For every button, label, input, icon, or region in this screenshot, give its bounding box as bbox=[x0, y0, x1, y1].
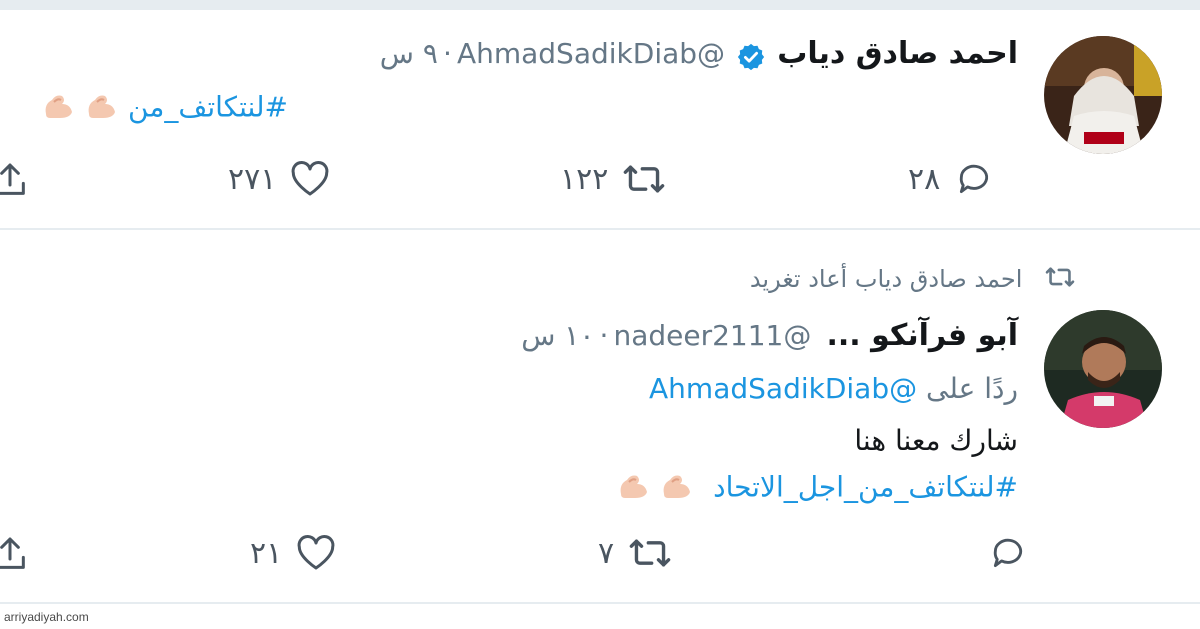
retweet-action[interactable]: ١٢٢ bbox=[560, 160, 666, 198]
hashtag-link[interactable]: #لنتكاتف_من bbox=[128, 91, 288, 124]
share-icon bbox=[0, 534, 30, 574]
top-strip bbox=[0, 0, 1200, 10]
author-handle[interactable]: @nadeer2111 bbox=[613, 319, 811, 352]
timestamp[interactable]: ٩ س bbox=[380, 37, 438, 70]
flexed-biceps-icon bbox=[660, 470, 694, 507]
retweet-count: ٧ bbox=[598, 535, 615, 571]
retweeted-by-label[interactable]: احمد صادق دياب أعاد تغريد bbox=[750, 265, 1023, 293]
avatar[interactable] bbox=[1044, 36, 1162, 154]
hashtag-link[interactable]: #لنتكاتف_من_اجل_الاتحاد bbox=[713, 471, 1018, 504]
reply-count: ٢٨ bbox=[908, 161, 941, 197]
share-action[interactable] bbox=[0, 534, 30, 574]
reply-action[interactable] bbox=[974, 534, 1028, 572]
like-action[interactable]: ٢١ bbox=[250, 534, 336, 572]
like-icon bbox=[296, 534, 336, 572]
retweet-icon bbox=[622, 160, 666, 198]
tweet-1[interactable]: احمد صادق دياب @AhmadSadikDiab · ٩ س #لن… bbox=[0, 10, 1200, 228]
like-count: ٢١ bbox=[250, 535, 283, 571]
share-icon bbox=[0, 160, 30, 200]
verified-icon bbox=[736, 42, 766, 76]
like-icon bbox=[290, 160, 330, 198]
flexed-biceps-icon bbox=[617, 470, 651, 507]
separator: · bbox=[599, 319, 609, 352]
author-handle[interactable]: @AhmadSadikDiab bbox=[457, 37, 725, 70]
author-name[interactable]: آبو فرآنكو ... bbox=[826, 318, 1018, 353]
reply-icon bbox=[988, 534, 1028, 572]
tweet-text: شارك معنا هنا bbox=[854, 424, 1018, 457]
flexed-biceps-icon bbox=[85, 90, 119, 127]
reply-prefix: ردًا على bbox=[926, 372, 1018, 405]
reply-to-link[interactable]: @AhmadSadikDiab bbox=[649, 372, 917, 405]
like-action[interactable]: ٢٧١ bbox=[228, 160, 330, 198]
flexed-biceps-icon bbox=[42, 90, 76, 127]
avatar[interactable] bbox=[1044, 310, 1162, 428]
divider bbox=[0, 602, 1200, 604]
share-action[interactable] bbox=[0, 160, 30, 200]
tweet-header: آبو فرآنكو ... @nadeer2111 · ١٠ س bbox=[521, 318, 1018, 353]
tweet-body-clip: #لنتكاتف_من bbox=[0, 90, 288, 130]
separator: · bbox=[442, 37, 452, 70]
like-count: ٢٧١ bbox=[228, 161, 277, 197]
avatar-photo bbox=[1044, 36, 1162, 154]
retweet-count: ١٢٢ bbox=[560, 161, 609, 197]
timestamp[interactable]: ١٠ س bbox=[521, 319, 594, 352]
reply-icon bbox=[954, 160, 994, 198]
retweet-action[interactable]: ٧ bbox=[598, 534, 672, 572]
watermark: arriyadiyah.com bbox=[4, 610, 89, 624]
tweet-header: احمد صادق دياب @AhmadSadikDiab · ٩ س bbox=[380, 36, 1018, 76]
avatar-photo bbox=[1044, 310, 1162, 428]
tweet-2[interactable]: احمد صادق دياب أعاد تغريد آبو فرآنكو ...… bbox=[0, 230, 1200, 602]
author-name[interactable]: احمد صادق دياب bbox=[777, 36, 1018, 71]
hashtag-line: #لنتكاتف_من_اجل_الاتحاد bbox=[617, 470, 1018, 507]
reply-context: ردًا على @AhmadSadikDiab bbox=[649, 372, 1018, 405]
reply-action[interactable]: ٢٨ bbox=[908, 160, 994, 198]
retweet-icon bbox=[628, 534, 672, 572]
retweet-context: احمد صادق دياب أعاد تغريد bbox=[750, 264, 1076, 296]
tweet-text-content: شارك معنا هنا bbox=[854, 424, 1018, 457]
retweet-context-icon bbox=[1044, 264, 1076, 296]
